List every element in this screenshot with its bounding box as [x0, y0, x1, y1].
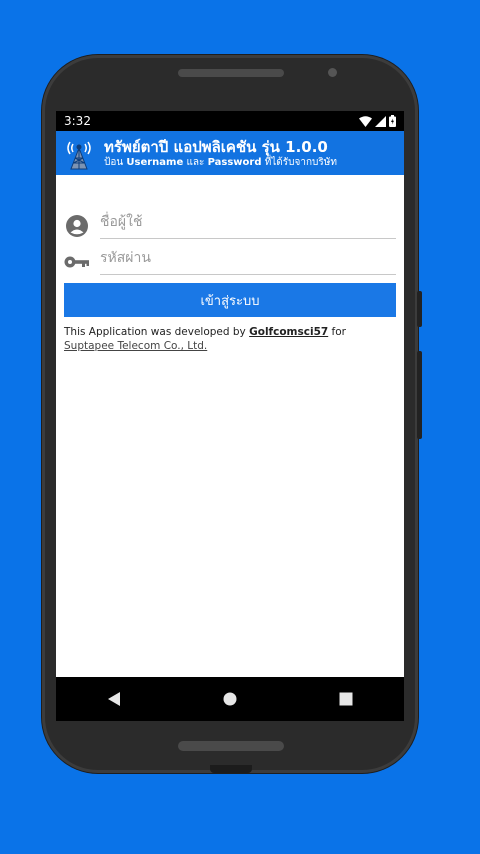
login-button[interactable]: เข้าสู่ระบบ: [64, 283, 396, 317]
back-icon: [108, 692, 120, 706]
subtitle-suffix: ที่ได้รับจากบริษัท: [264, 156, 337, 168]
home-icon: [223, 692, 237, 706]
status-time: 3:32: [64, 114, 91, 128]
developer-link[interactable]: Golfcomsci57: [249, 326, 328, 338]
back-button[interactable]: [84, 677, 144, 721]
password-input[interactable]: [100, 244, 396, 275]
navigation-bar: [56, 677, 404, 721]
credit-prefix: This Application was developed by: [64, 326, 246, 338]
recents-icon: [339, 692, 353, 706]
username-row: [64, 203, 396, 239]
power-button: [417, 291, 422, 327]
app-bar-text: ทรัพย์ตาปี แอปพลิเคชัน รุ่น 1.0.0 ป้อน U…: [104, 138, 337, 169]
earpiece-speaker: [178, 69, 284, 77]
key-icon: [64, 249, 90, 275]
username-input[interactable]: [100, 208, 396, 239]
login-form: เข้าสู่ระบบ: [56, 175, 404, 317]
battery-icon: [389, 115, 396, 127]
company-link[interactable]: Suptapee Telecom Co., Ltd.: [64, 340, 207, 352]
volume-button: [417, 351, 422, 439]
recents-button[interactable]: [316, 677, 376, 721]
subtitle-username: Username: [126, 156, 184, 168]
credit-for: for: [331, 326, 346, 338]
phone-frame: 3:32 ทรัพย์ตาปี แอปพลิเคชัน รุ่น 1.0.0 ป…: [42, 55, 422, 773]
app-title: ทรัพย์ตาปี แอปพลิเคชัน รุ่น 1.0.0: [104, 137, 328, 156]
developer-credit: This Application was developed by Golfco…: [56, 317, 404, 353]
account-circle-icon: [64, 213, 90, 239]
bottom-notch: [210, 765, 252, 773]
home-button[interactable]: [200, 677, 260, 721]
wifi-icon: [359, 115, 372, 127]
app-subtitle: ป้อน Username และ Password ที่ได้รับจากบ…: [104, 156, 337, 169]
front-camera: [328, 68, 337, 77]
subtitle-prefix: ป้อน: [104, 156, 124, 168]
bottom-speaker: [178, 741, 284, 751]
subtitle-password: Password: [207, 156, 262, 168]
status-bar: 3:32: [56, 111, 404, 131]
subtitle-and: และ: [186, 156, 205, 168]
tower-logo-icon: [67, 141, 91, 170]
status-icons: [359, 115, 396, 127]
app-bar: ทรัพย์ตาปี แอปพลิเคชัน รุ่น 1.0.0 ป้อน U…: [56, 131, 404, 175]
screen: 3:32 ทรัพย์ตาปี แอปพลิเคชัน รุ่น 1.0.0 ป…: [56, 111, 404, 721]
password-row: [64, 239, 396, 275]
signal-icon: [375, 115, 386, 127]
